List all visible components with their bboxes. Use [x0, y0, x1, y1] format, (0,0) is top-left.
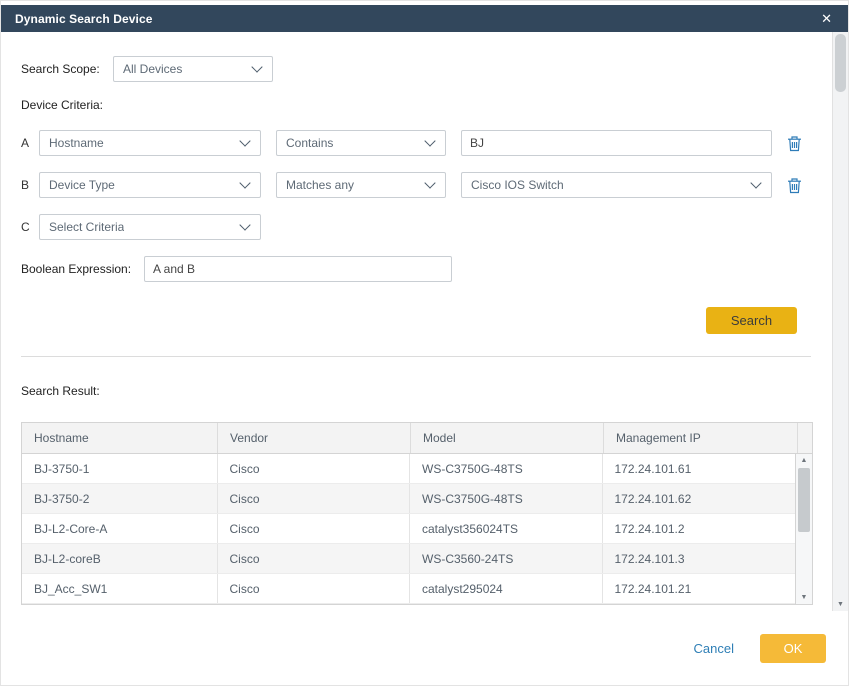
chevron-down-icon	[750, 177, 761, 188]
device-criteria-label: Device Criteria:	[21, 98, 848, 112]
search-result-label: Search Result:	[21, 384, 848, 398]
arrow-down-icon[interactable]: ▼	[837, 598, 844, 611]
cancel-button[interactable]: Cancel	[694, 641, 734, 656]
criteria-row-a: A Hostname Contains	[21, 130, 848, 156]
criteria-c-field-value: Select Criteria	[49, 220, 124, 234]
dialog-titlebar: Dynamic Search Device ✕	[1, 5, 848, 32]
cell-management-ip: 172.24.101.61	[602, 454, 796, 483]
cell-hostname: BJ_Acc_SW1	[22, 574, 217, 603]
cell-hostname: BJ-3750-2	[22, 484, 217, 513]
cell-management-ip: 172.24.101.3	[602, 544, 796, 573]
cell-vendor: Cisco	[217, 484, 410, 513]
boolean-expression-row: Boolean Expression:	[21, 256, 848, 282]
table-row[interactable]: BJ-L2-coreB Cisco WS-C3560-24TS 172.24.1…	[22, 544, 795, 574]
cell-hostname: BJ-L2-coreB	[22, 544, 217, 573]
criteria-b-field-select[interactable]: Device Type	[39, 172, 261, 198]
cell-hostname: BJ-L2-Core-A	[22, 514, 217, 543]
criteria-a-operator-select[interactable]: Contains	[276, 130, 446, 156]
chevron-down-icon	[424, 135, 435, 146]
criteria-b-operator-select[interactable]: Matches any	[276, 172, 446, 198]
chevron-down-icon	[239, 177, 250, 188]
search-scope-row: Search Scope: All Devices	[21, 56, 848, 82]
criteria-a-operator-value: Contains	[286, 136, 333, 150]
dialog-title: Dynamic Search Device	[15, 12, 817, 26]
scroll-thumb[interactable]	[835, 34, 846, 92]
cell-hostname: BJ-3750-1	[22, 454, 217, 483]
column-header-model[interactable]: Model	[410, 423, 603, 453]
cell-vendor: Cisco	[217, 574, 410, 603]
criteria-row-c: C Select Criteria	[21, 214, 848, 240]
criteria-letter-c: C	[21, 220, 31, 234]
scrollbar-header-cell	[797, 423, 812, 453]
cell-vendor: Cisco	[217, 514, 410, 543]
table-row[interactable]: BJ-3750-2 Cisco WS-C3750G-48TS 172.24.10…	[22, 484, 795, 514]
chevron-down-icon	[424, 177, 435, 188]
cell-model: WS-C3560-24TS	[409, 544, 602, 573]
criteria-b-field-value: Device Type	[49, 178, 115, 192]
arrow-up-icon[interactable]: ▲	[801, 454, 808, 467]
cell-management-ip: 172.24.101.2	[602, 514, 796, 543]
close-icon[interactable]: ✕	[817, 10, 836, 27]
column-header-management-ip[interactable]: Management IP	[603, 423, 797, 453]
cell-vendor: Cisco	[217, 454, 410, 483]
dialog-content: Search Scope: All Devices Device Criteri…	[1, 56, 848, 605]
cell-model: catalyst295024	[409, 574, 602, 603]
table-row[interactable]: BJ-L2-Core-A Cisco catalyst356024TS 172.…	[22, 514, 795, 544]
scroll-thumb[interactable]	[798, 468, 810, 532]
table-row[interactable]: BJ-3750-1 Cisco WS-C3750G-48TS 172.24.10…	[22, 454, 795, 484]
criteria-c-field-select[interactable]: Select Criteria	[39, 214, 261, 240]
table-header-row: Hostname Vendor Model Management IP	[22, 423, 812, 454]
chevron-down-icon	[251, 61, 262, 72]
search-scope-label: Search Scope:	[21, 62, 113, 76]
criteria-a-value-input[interactable]	[461, 130, 772, 156]
table-row[interactable]: BJ_Acc_SW1 Cisco catalyst295024 172.24.1…	[22, 574, 795, 604]
table-body: BJ-3750-1 Cisco WS-C3750G-48TS 172.24.10…	[22, 454, 812, 604]
dynamic-search-device-dialog: Dynamic Search Device ✕ Search Scope: Al…	[0, 0, 849, 686]
dialog-footer: Cancel OK	[694, 634, 826, 663]
criteria-letter-a: A	[21, 136, 31, 150]
cell-model: WS-C3750G-48TS	[409, 454, 602, 483]
ok-button[interactable]: OK	[760, 634, 826, 663]
criteria-b-value: Cisco IOS Switch	[471, 178, 564, 192]
chevron-down-icon	[239, 135, 250, 146]
search-scope-select[interactable]: All Devices	[113, 56, 273, 82]
criteria-row-b: B Device Type Matches any Cisco IOS Swit…	[21, 172, 848, 198]
search-scope-value: All Devices	[123, 62, 182, 76]
boolean-expression-input[interactable]	[144, 256, 452, 282]
column-header-vendor[interactable]: Vendor	[217, 423, 410, 453]
cell-model: catalyst356024TS	[409, 514, 602, 543]
search-button[interactable]: Search	[706, 307, 797, 334]
search-result-table: Hostname Vendor Model Management IP BJ-3…	[21, 422, 813, 605]
trash-icon[interactable]	[787, 177, 802, 194]
cell-model: WS-C3750G-48TS	[409, 484, 602, 513]
column-header-hostname[interactable]: Hostname	[22, 423, 217, 453]
cell-management-ip: 172.24.101.21	[602, 574, 796, 603]
criteria-a-field-value: Hostname	[49, 136, 104, 150]
chevron-down-icon	[239, 219, 250, 230]
boolean-expression-label: Boolean Expression:	[21, 262, 144, 276]
cell-vendor: Cisco	[217, 544, 410, 573]
trash-icon[interactable]	[787, 135, 802, 152]
cell-management-ip: 172.24.101.62	[602, 484, 796, 513]
criteria-a-field-select[interactable]: Hostname	[39, 130, 261, 156]
arrow-down-icon[interactable]: ▼	[801, 591, 808, 604]
divider	[21, 356, 811, 357]
dialog-scrollbar[interactable]: ▼	[832, 32, 848, 611]
criteria-b-value-select[interactable]: Cisco IOS Switch	[461, 172, 772, 198]
criteria-letter-b: B	[21, 178, 31, 192]
table-scrollbar[interactable]: ▲ ▼	[795, 454, 812, 604]
criteria-b-operator-value: Matches any	[286, 178, 354, 192]
search-button-row: Search	[21, 307, 811, 334]
